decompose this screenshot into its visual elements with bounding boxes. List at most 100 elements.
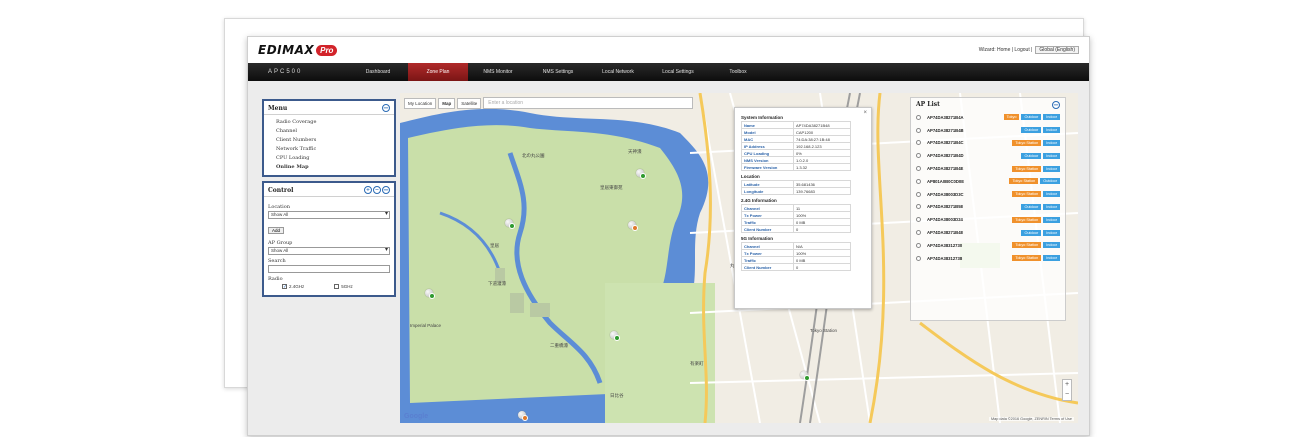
info-key: Traffic [741,218,794,226]
nav-item-local-settings[interactable]: Local Settings [648,63,708,81]
ap-list-item[interactable]: AP74DA38271B4C Tokyo Station Indoor [916,137,1060,150]
zoom-out-icon[interactable]: − [373,186,381,194]
ap-tag-chip[interactable]: Indoor [1043,255,1060,262]
ap-select-radio[interactable] [916,114,921,120]
ap-list-item[interactable]: AP74DA38271B4B Outdoor Indoor [916,124,1060,137]
ap-tag-chip[interactable]: Outdoor [1021,152,1042,159]
ap-list-item[interactable]: AP74DA38312730 Tokyo Station Indoor [916,239,1060,252]
ap-select-radio[interactable] [916,191,921,197]
ap-tag-chip[interactable]: Indoor [1043,152,1060,159]
ap-tag-chip[interactable]: Tokyo Station [1012,216,1042,223]
ap-list-item[interactable]: AP74DA38003D24 Tokyo Station Indoor [916,213,1060,226]
ap-tag-chip[interactable]: Outdoor [1021,229,1042,236]
ap-select-radio[interactable] [916,127,921,133]
ap-tag-chip[interactable]: Outdoor [1021,127,1042,134]
satellite-view-button[interactable]: Satellite [457,97,482,109]
ap-select-radio[interactable] [916,204,921,210]
nav-item-nms-settings[interactable]: NMS Settings [528,63,588,81]
ap-tag-chip[interactable]: Outdoor [1021,114,1042,121]
ap-tag-chip[interactable]: Outdoor [1021,203,1042,210]
ap-list-item[interactable]: AP801A0B0C0D0E Tokyo Station Outdoor [916,175,1060,188]
map-attribution[interactable]: Map data ©2016 Google, ZENRIN Terms of U… [988,417,1074,421]
map-zoom-in-icon[interactable]: + [1063,380,1071,390]
ap-select-radio[interactable] [916,255,921,261]
close-icon[interactable]: × [863,110,867,116]
ap-list-collapse-icon[interactable]: − [1052,101,1060,109]
ap-tag-chip[interactable]: Indoor [1043,127,1060,134]
menu-item-cpu-loading[interactable]: CPU Loading [264,153,394,162]
menu-item-online-map[interactable]: Online Map [264,162,394,171]
ap-select-radio[interactable] [916,153,921,159]
map-search-input[interactable]: Enter a location [483,97,694,109]
my-location-button[interactable]: My Location [404,97,437,109]
ap-tag-chip[interactable]: Indoor [1043,139,1060,146]
ap-pin[interactable] [636,169,646,179]
ap-pin[interactable] [610,331,620,341]
ap-tag-chip[interactable]: Tokyo Station [1012,139,1042,146]
ap-tag-chip[interactable]: Indoor [1043,203,1060,210]
nav-item-zone-plan[interactable]: Zone Plan [408,63,468,81]
nav-item-dashboard[interactable]: Dashboard [348,63,408,81]
ap-pin[interactable] [518,411,528,421]
nav-item-toolbox[interactable]: Toolbox [708,63,768,81]
control-collapse-icon[interactable]: − [382,186,390,194]
nav-item-local-network[interactable]: Local Network [588,63,648,81]
ap-list-item[interactable]: AP74DA38003D3C Tokyo Station Indoor [916,188,1060,201]
language-select[interactable]: Global (English) [1035,46,1079,54]
ap-pin[interactable] [628,221,638,231]
nav-item-nms-monitor[interactable]: NMS Monitor [468,63,528,81]
menu-item-radio-coverage[interactable]: Radio Coverage [264,117,394,126]
ap-select-radio[interactable] [916,230,921,236]
ap-tag-chip[interactable]: Indoor [1043,229,1060,236]
location-table: Latitude 35.681436 Longitude 139.76683 [741,180,851,195]
add-location-button[interactable]: Add [268,227,285,234]
info-row: Tx Power 100% [741,249,851,257]
map-zoom-out-icon[interactable]: − [1063,390,1071,400]
device-model: APC500 [268,69,303,75]
location-select[interactable]: Show All [268,211,390,219]
ap-list-item[interactable]: AP74DA38271B4E Tokyo Station Indoor [916,162,1060,175]
edimax-logo[interactable]: EDIMAX Pro [258,42,338,58]
ap-tag-chip[interactable]: Indoor [1043,114,1060,121]
ap-list-item[interactable]: AP74DA38271B4D Outdoor Indoor [916,149,1060,162]
radio-5ghz-checkbox[interactable] [334,284,340,290]
menu-item-network-traffic[interactable]: Network Traffic [264,144,394,153]
ap-name: AP801A0B0C0D0E [927,178,965,184]
ap-pin[interactable] [505,219,515,229]
ap-tag-chip[interactable]: Indoor [1043,191,1060,198]
ap-list-item[interactable]: AP74DA38271B58 Outdoor Indoor [916,201,1060,214]
ap-tag-chip[interactable]: Tokyo Station [1009,178,1039,185]
ap-select-radio[interactable] [916,178,921,184]
search-input[interactable] [268,265,390,273]
ap-pin[interactable] [800,371,810,381]
ap-group-select[interactable]: Show All [268,247,390,255]
ap-tag-chip[interactable]: Indoor [1043,216,1060,223]
ap-list-item[interactable]: AP74DA38271B48 Outdoor Indoor [916,226,1060,239]
ap-select-radio[interactable] [916,242,921,248]
ap-tag-chip[interactable]: Tokyo Station [1012,191,1042,198]
radio-5ghz-option[interactable]: 5GHz [334,284,353,290]
ap-list-item[interactable]: AP74DA38271B4A Tokyo Outdoor Indoor [916,111,1060,124]
map-view-button[interactable]: Map [438,97,456,109]
ap-pin[interactable] [425,289,435,299]
ap-select-radio[interactable] [916,217,921,223]
menu-item-channel[interactable]: Channel [264,126,394,135]
online-map[interactable]: 北の丸公園 皇居東御苑 天神濠 皇居 下道灌濠 二重橋濠 Imperial Pa… [400,93,1078,423]
ap-select-radio[interactable] [916,166,921,172]
ap-tag-chip[interactable]: Indoor [1043,165,1060,172]
ap-tags: Tokyo Station Indoor [983,242,1060,249]
ap-select-radio[interactable] [916,140,921,146]
ap-tag-chip[interactable]: Indoor [1043,242,1060,249]
menu-item-client-numbers[interactable]: Client Numbers [264,135,394,144]
wizard-home-logout-links[interactable]: Wizard: Home | Logout | [979,47,1033,53]
radio-24ghz-checkbox[interactable]: ✓ [282,284,287,290]
zoom-in-icon[interactable]: + [364,186,372,194]
ap-tag-chip[interactable]: Tokyo Station [1012,165,1042,172]
ap-tag-chip[interactable]: Tokyo Station [1012,242,1042,249]
ap-list-item[interactable]: AP74DA38312738 Tokyo Station Indoor [916,252,1060,265]
ap-tag-chip[interactable]: Tokyo [1003,114,1020,121]
menu-collapse-icon[interactable]: − [382,104,390,112]
radio-24ghz-option[interactable]: ✓ 2.4GHz [282,284,304,290]
ap-tag-chip[interactable]: Tokyo Station [1012,255,1042,262]
ap-tag-chip[interactable]: Outdoor [1040,178,1060,185]
